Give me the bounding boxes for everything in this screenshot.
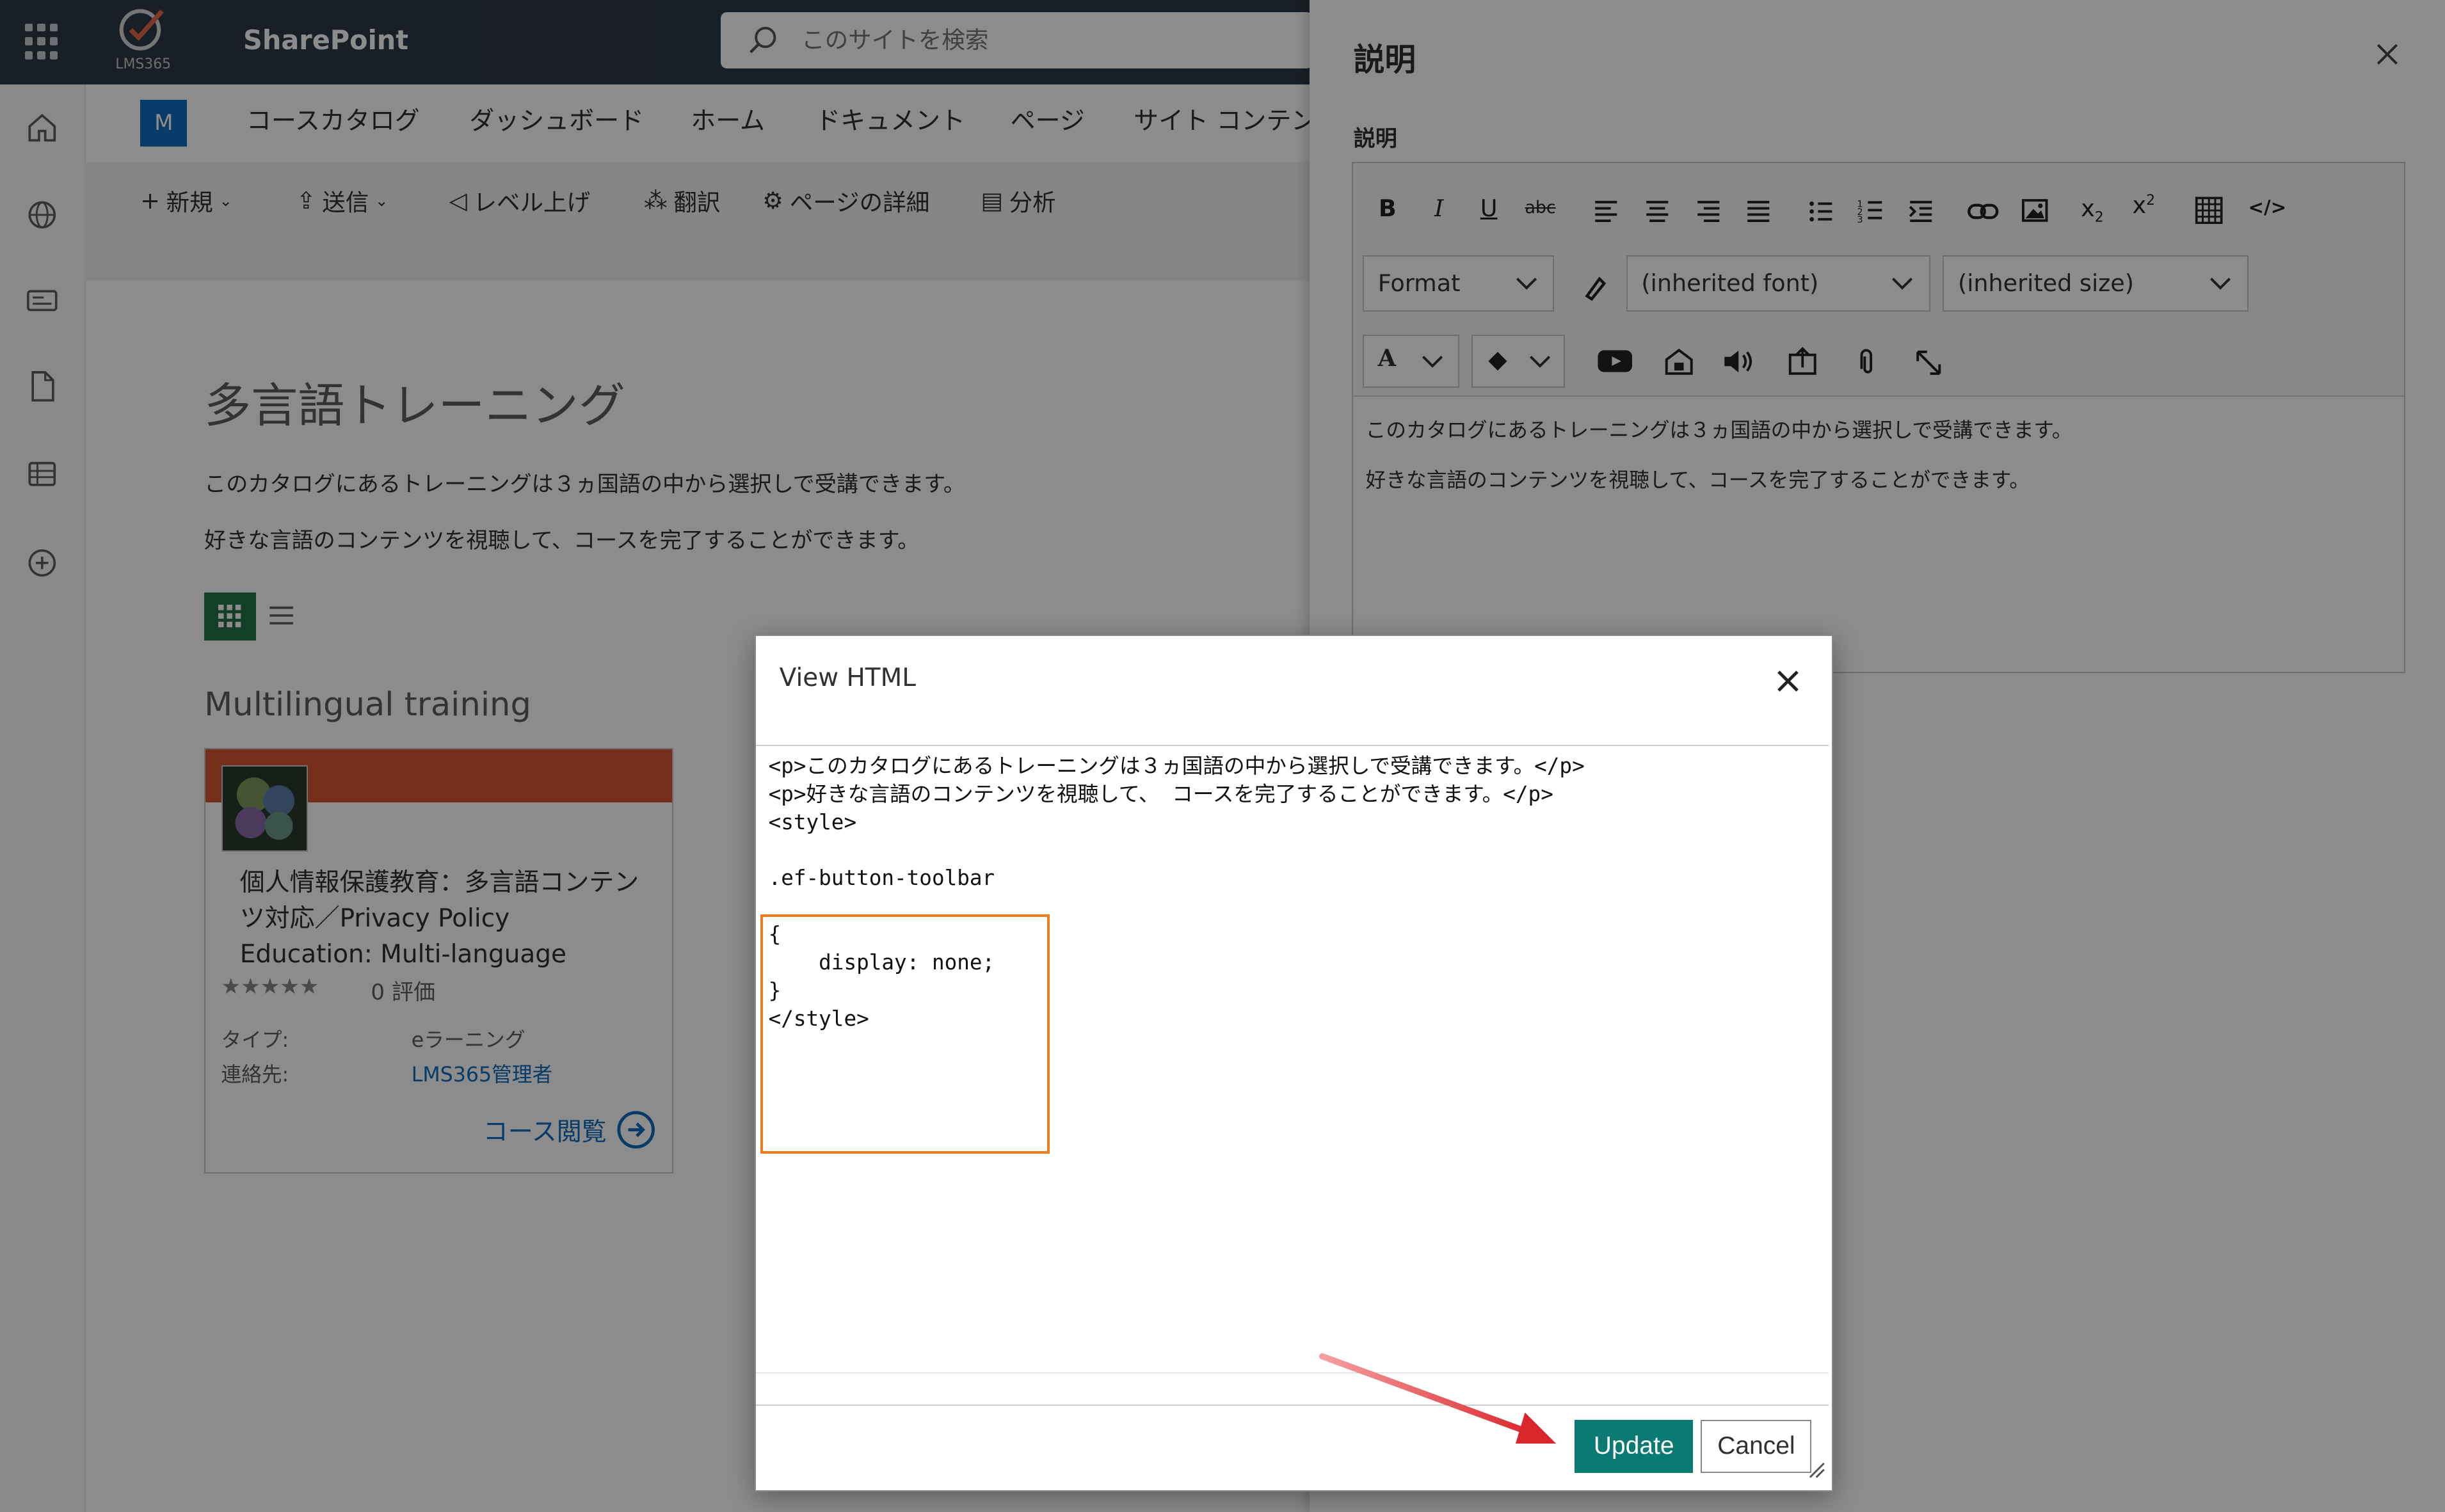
highlight-box [760, 914, 1050, 1154]
dialog-title: View HTML [779, 664, 916, 693]
cancel-button[interactable]: Cancel [1701, 1419, 1812, 1473]
code-line: <p>このカタログにあるトレーニングは３ヵ国語の中から選択しで受講できます。</… [768, 753, 1585, 778]
code-line: <p>好きな言語のコンテンツを視聴して、 コースを完了することができます。</p… [768, 781, 1553, 806]
code-line: <style> [768, 809, 857, 834]
html-code-editor[interactable]: <p>このカタログにあるトレーニングは３ヵ国語の中から選択しで受講できます。</… [756, 745, 1829, 1478]
view-html-dialog: View HTML <p>このカタログにあるトレーニングは３ヵ国語の中から選択し… [755, 634, 1834, 1492]
close-icon[interactable] [1776, 669, 1800, 694]
update-button[interactable]: Update [1575, 1419, 1694, 1473]
code-line: .ef-button-toolbar [768, 866, 995, 891]
annotation-arrow [1319, 1353, 1557, 1444]
dialog-divider [756, 1373, 1829, 1406]
